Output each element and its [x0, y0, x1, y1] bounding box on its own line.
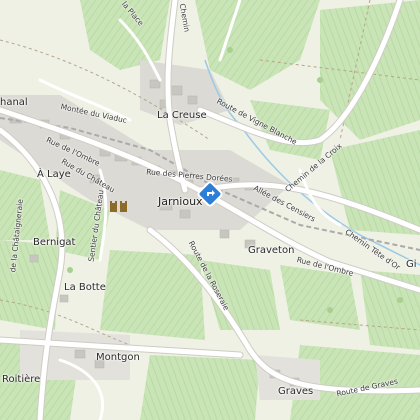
place-roitiere: Roitière	[2, 374, 41, 385]
place-la-botte: La Botte	[64, 282, 106, 293]
place-bernigat: Bernigat	[33, 237, 76, 248]
town-label: Jarnioux	[158, 195, 203, 208]
vineyard-area	[140, 355, 260, 420]
place-gi: Gi	[406, 259, 417, 270]
place-la-creuse: La Creuse	[157, 110, 207, 121]
place-a-laye: À Laye	[37, 169, 71, 180]
place-graves: Graves	[278, 386, 314, 397]
map-view[interactable]: Jarnioux La Creuse À Laye Bernigat La Bo…	[0, 0, 420, 420]
castle-icon[interactable]	[109, 200, 129, 212]
place-montgon: Montgon	[96, 352, 140, 363]
place-graveton: Graveton	[248, 245, 295, 256]
place-chanal: hanal	[0, 97, 28, 108]
map-base	[0, 0, 420, 420]
